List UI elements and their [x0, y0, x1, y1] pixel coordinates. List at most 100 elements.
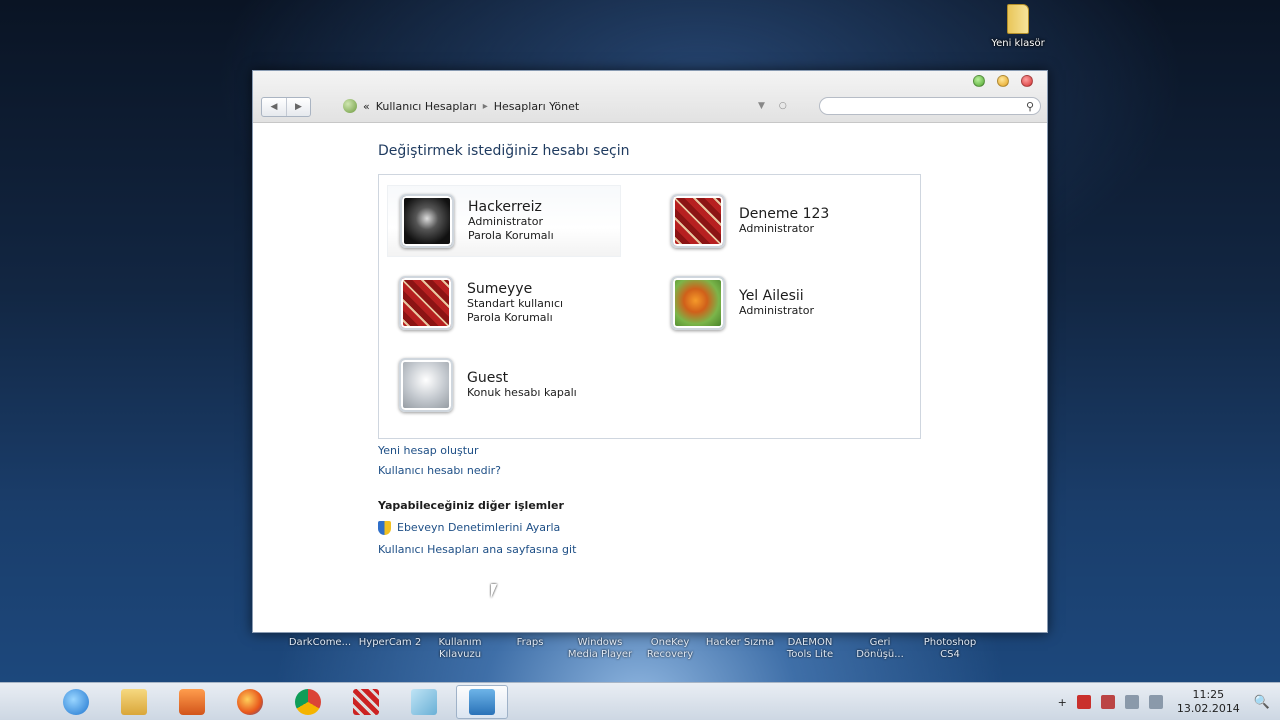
account-status: Parola Korumalı: [467, 311, 553, 324]
create-account-link[interactable]: Yeni hesap oluştur: [378, 444, 678, 457]
shortcut-label: Windows: [577, 637, 623, 648]
shortcut-label: DarkCome...: [288, 637, 352, 648]
flag-icon: [411, 688, 437, 715]
shortcut-label: Tools Lite: [786, 649, 834, 660]
desktop-icon-label: Yeni klasör: [991, 38, 1045, 49]
parental-controls-label: Ebeveyn Denetimlerini Ayarla: [397, 521, 561, 534]
main-content: Değiştirmek istediğiniz hesabı seçin Hac…: [378, 143, 921, 556]
shortcut-label: Fraps: [516, 637, 544, 648]
account-name: Guest: [467, 370, 509, 386]
tray-app-icon[interactable]: [1100, 695, 1115, 709]
breadcrumb-user-accounts[interactable]: Kullanıcı Hesapları: [376, 100, 477, 113]
butterfly-avatar-icon: [671, 276, 725, 330]
user-accounts-home-link[interactable]: Kullanıcı Hesapları ana sayfasına git: [378, 543, 678, 556]
account-type: Administrator: [468, 215, 543, 228]
breadcrumb-separator-icon[interactable]: ▸: [483, 101, 488, 112]
shortcut-label: Kılavuzu: [438, 649, 482, 660]
refresh-icon[interactable]: ○: [779, 101, 787, 111]
account-hackerreiz[interactable]: Hackerreiz Administrator Parola Korumalı: [387, 185, 621, 257]
dropdown-arrow-icon[interactable]: ▼: [758, 101, 765, 111]
search-icon[interactable]: ⚲: [1026, 100, 1034, 113]
shortcut-label: Recovery: [646, 649, 694, 660]
account-name: Hackerreiz: [468, 199, 542, 215]
desktop-shortcut[interactable]: Windows Media Player: [565, 637, 635, 661]
forward-button[interactable]: ▶: [286, 98, 310, 116]
skull-avatar-icon: [400, 194, 454, 248]
taskbar-control-panel[interactable]: [456, 684, 508, 719]
desktop-shortcut[interactable]: Kullanım Kılavuzu: [425, 637, 495, 661]
back-button[interactable]: ◀: [262, 98, 286, 116]
taskbar-media[interactable]: [166, 685, 218, 719]
breadcrumb-manage-accounts[interactable]: Hesapları Yönet: [494, 100, 579, 113]
search-input[interactable]: ⚲: [819, 97, 1041, 115]
account-yel-ailesii[interactable]: Yel Ailesii Administrator: [659, 267, 893, 339]
show-hidden-icons-button[interactable]: +: [1058, 696, 1067, 709]
shortcut-label: Dönüşü...: [856, 649, 904, 660]
taskbar-explorer[interactable]: [108, 685, 160, 719]
desktop-shortcuts: DarkCome... HyperCam 2 Kullanım Kılavuzu …: [285, 637, 985, 661]
account-type: Konuk hesabı kapalı: [467, 386, 577, 399]
search-icon[interactable]: 🔍: [1254, 695, 1270, 710]
start-button[interactable]: [0, 683, 50, 720]
mouse-cursor-icon: [491, 584, 497, 598]
red-pattern-avatar-icon: [671, 194, 725, 248]
title-bar: ◀ ▶ « Kullanıcı Hesapları ▸ Hesapları Yö…: [253, 71, 1047, 123]
tray-app-icon[interactable]: [1076, 695, 1091, 709]
system-tray: + 11:25 13.02.2014 🔍: [1058, 683, 1280, 720]
shortcut-label: Geri: [869, 637, 891, 648]
taskbar-chrome[interactable]: [282, 685, 334, 719]
network-icon[interactable]: [1124, 695, 1139, 709]
shield-icon: [378, 521, 391, 535]
user-accounts-window: ◀ ▶ « Kullanıcı Hesapları ▸ Hesapları Yö…: [252, 70, 1048, 633]
taskbar-app-2[interactable]: [398, 685, 450, 719]
desktop-folder-icon[interactable]: Yeni klasör: [988, 4, 1048, 49]
breadcrumb-prefix[interactable]: «: [363, 100, 370, 113]
clock[interactable]: 11:25 13.02.2014: [1177, 688, 1240, 716]
volume-icon[interactable]: [1148, 695, 1163, 709]
account-name: Deneme 123: [739, 206, 830, 222]
desktop-shortcut[interactable]: Geri Dönüşü...: [845, 637, 915, 661]
desktop-shortcut[interactable]: DAEMON Tools Lite: [775, 637, 845, 661]
account-deneme-123[interactable]: Deneme 123 Administrator: [659, 185, 893, 257]
parental-controls-link[interactable]: Ebeveyn Denetimlerini Ayarla: [378, 521, 678, 535]
page-title: Değiştirmek istediğiniz hesabı seçin: [378, 143, 630, 159]
desktop-shortcut[interactable]: OneKey Recovery: [635, 637, 705, 661]
clock-time: 11:25: [1192, 688, 1225, 701]
account-sumeyye[interactable]: Sumeyye Standart kullanıcı Parola Koruma…: [387, 267, 621, 339]
minimize-button[interactable]: [997, 75, 1009, 87]
taskbar-ie[interactable]: [50, 685, 102, 719]
address-controls: ▼ ○: [758, 101, 787, 111]
guest-avatar-icon: [399, 358, 453, 412]
shortcut-label: CS4: [940, 649, 960, 660]
account-type: Administrator: [739, 304, 814, 317]
what-is-account-link[interactable]: Kullanıcı hesabı nedir?: [378, 464, 678, 477]
shortcut-label: OneKey: [650, 637, 690, 648]
file-explorer-icon: [121, 688, 147, 715]
other-tasks-title: Yapabileceğiniz diğer işlemler: [378, 499, 564, 512]
desktop-shortcut[interactable]: Hacker Sızma: [705, 637, 775, 661]
desktop-shortcut[interactable]: Fraps: [495, 637, 565, 661]
shortcut-label: Kullanım: [438, 637, 482, 648]
desktop-shortcut[interactable]: DarkCome...: [285, 637, 355, 661]
breadcrumb: « Kullanıcı Hesapları ▸ Hesapları Yönet: [343, 99, 579, 113]
close-button[interactable]: [1021, 75, 1033, 87]
chrome-icon: [295, 688, 321, 715]
accounts-grid: Hackerreiz Administrator Parola Korumalı…: [378, 174, 921, 439]
shortcut-label: Hacker Sızma: [705, 637, 775, 648]
control-panel-icon: [469, 688, 495, 715]
account-type: Administrator: [739, 222, 814, 235]
desktop-shortcut[interactable]: HyperCam 2: [355, 637, 425, 661]
firefox-icon: [237, 688, 263, 715]
account-guest[interactable]: Guest Konuk hesabı kapalı: [387, 349, 621, 421]
maximize-button[interactable]: [973, 75, 985, 87]
app-icon: [353, 688, 379, 715]
taskbar-app[interactable]: [340, 685, 392, 719]
desktop-shortcut[interactable]: Photoshop CS4: [915, 637, 985, 661]
shortcut-label: DAEMON: [787, 637, 833, 648]
folder-icon: [1007, 4, 1029, 34]
red-pattern-avatar-icon: [399, 276, 453, 330]
shortcut-label: Media Player: [567, 649, 633, 660]
window-controls: [973, 75, 1033, 87]
shortcut-label: HyperCam 2: [358, 637, 422, 648]
taskbar-firefox[interactable]: [224, 685, 276, 719]
